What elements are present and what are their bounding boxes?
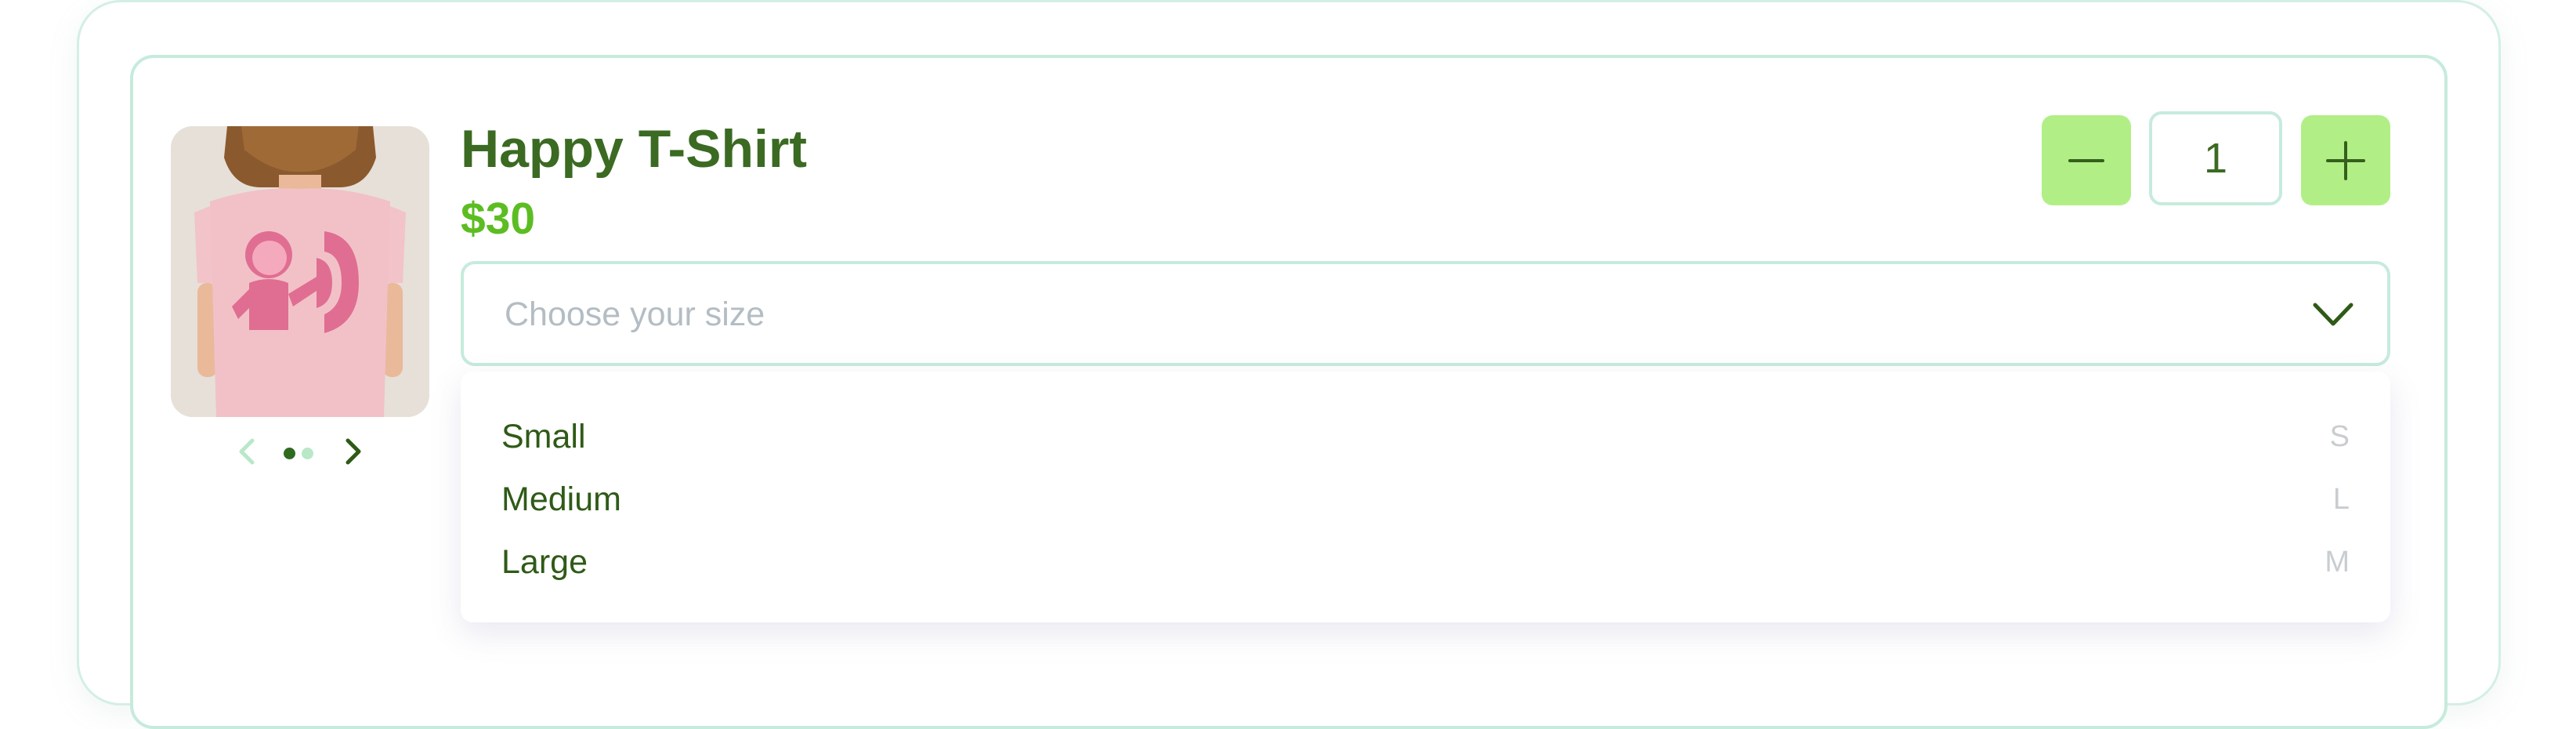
quantity-input[interactable]: 1 — [2149, 111, 2282, 205]
size-option-code: L — [2332, 483, 2350, 516]
decrease-quantity-button[interactable] — [2042, 115, 2131, 205]
size-option-large[interactable]: Large M — [461, 531, 2390, 593]
image-carousel-controls — [232, 433, 373, 472]
chevron-down-icon — [2313, 303, 2353, 326]
size-option-medium[interactable]: Medium L — [461, 469, 2390, 530]
size-option-code: M — [2325, 546, 2350, 578]
size-option-code: S — [2329, 420, 2350, 453]
product-image — [171, 126, 429, 417]
size-select[interactable]: Choose your size — [461, 261, 2390, 366]
carousel-dot-active[interactable] — [284, 448, 295, 459]
size-option-label: Small — [501, 418, 586, 455]
chevron-left-icon[interactable] — [232, 436, 263, 467]
t-shirt-photo — [171, 126, 429, 417]
carousel-dot[interactable] — [302, 448, 313, 459]
minus-icon — [2068, 158, 2104, 162]
size-select-placeholder: Choose your size — [505, 296, 765, 333]
increase-quantity-button[interactable] — [2301, 115, 2390, 205]
plus-icon — [2326, 140, 2365, 180]
product-title: Happy T-Shirt — [461, 119, 808, 179]
chevron-right-icon[interactable] — [337, 436, 368, 467]
product-price: $30 — [461, 194, 536, 244]
size-option-small[interactable]: Small S — [461, 406, 2390, 467]
size-option-label: Medium — [501, 481, 621, 518]
size-option-label: Large — [501, 543, 588, 581]
